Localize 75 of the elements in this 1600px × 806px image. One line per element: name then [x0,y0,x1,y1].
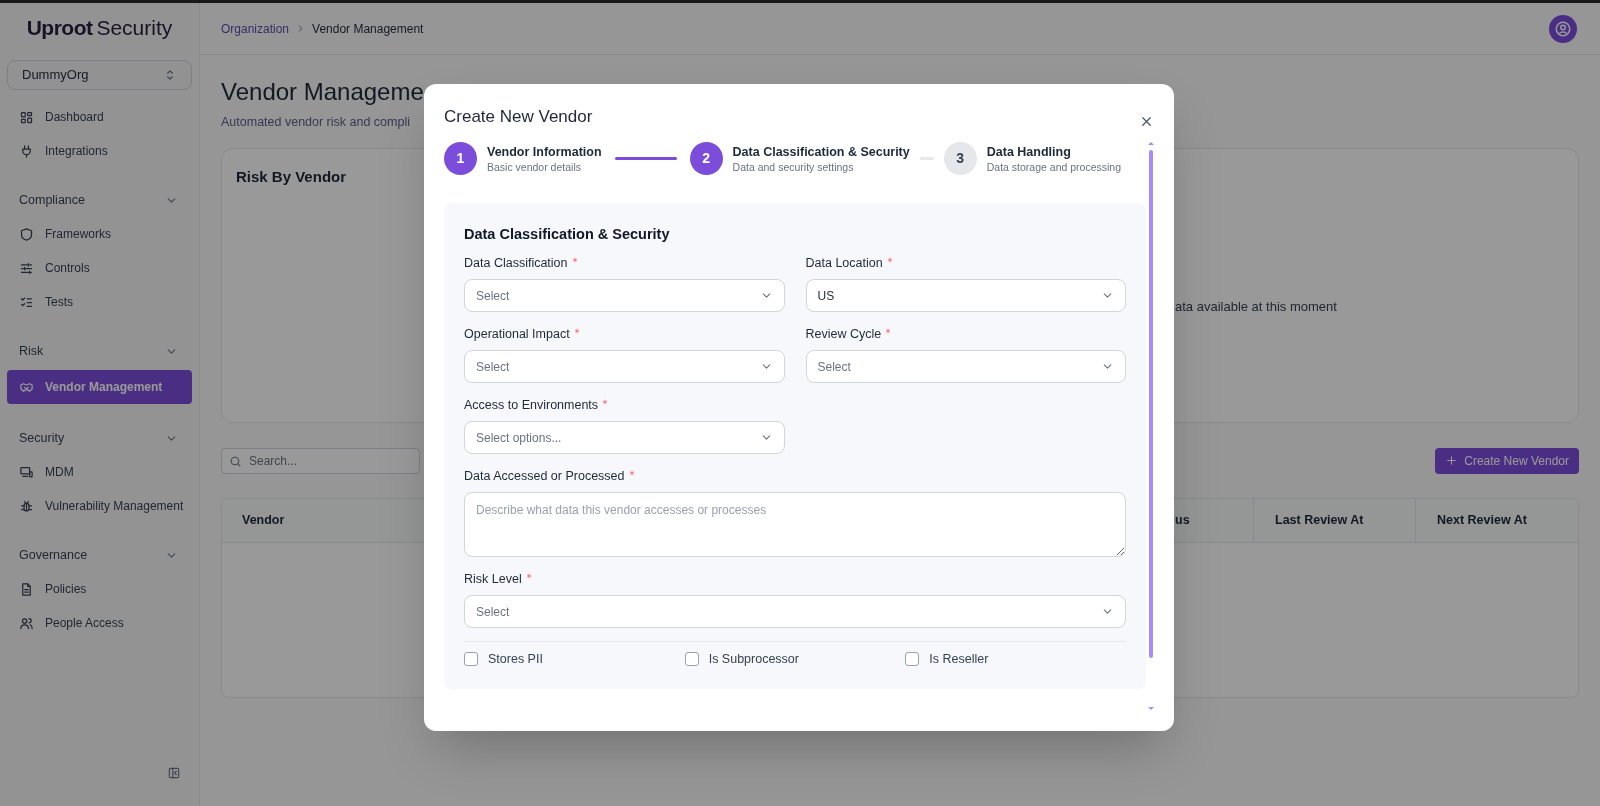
bug-icon [19,498,34,514]
select-field[interactable]: Select [464,350,785,383]
select-field[interactable]: Select [464,279,785,312]
sidebar-item[interactable]: People Access [7,606,192,640]
avatar-button[interactable] [1549,14,1577,43]
sidebar-item[interactable]: Tests [7,285,192,319]
checkbox-label[interactable]: Stores PII [488,650,543,669]
step-number: 2 [689,142,723,175]
sidebar-item[interactable]: Vulnerability Management [7,489,192,523]
sidebar-item[interactable]: Frameworks [7,217,192,251]
section-header[interactable]: Risk [7,334,192,368]
step-number: 1 [444,142,477,175]
column-header[interactable]: us [1175,510,1190,530]
plus-icon [1445,454,1459,468]
sidebar-toggle-icon [167,766,181,780]
section-header[interactable]: Security [7,421,192,455]
sidebar-item[interactable]: Dashboard [7,100,192,134]
text-area[interactable]: Describe what data this vendor accesses or processes [464,492,1126,557]
field-label: Data Classification [464,255,568,272]
column-header[interactable]: Next Review At [1437,510,1527,530]
devices-icon [19,464,34,480]
sidebar-item[interactable]: Integrations [7,134,192,168]
sidebar-item[interactable]: Vendor Management [7,370,192,404]
column-header[interactable]: Vendor [242,510,285,530]
step-subtitle: Basic vendor details [487,159,582,174]
people-icon [19,615,34,631]
field-label: Access to Environments [464,397,599,414]
select-field[interactable]: Select [805,350,1126,383]
breadcrumb-link[interactable]: Organization [221,19,290,38]
column-header[interactable]: Last Review At [1275,510,1364,530]
grid-icon [19,109,34,125]
step-number: 3 [943,142,977,175]
create-vendor-button[interactable]: Create New Vendor [1435,447,1579,474]
breadcrumb-current: Vendor Management [312,20,424,38]
logo: Uproot Security [25,14,174,41]
sliders-icon [19,260,34,276]
step-title: Vendor Information [487,143,602,160]
section-header[interactable]: Compliance [7,183,192,217]
dialog-title: Create New Vendor [444,106,593,128]
plug-icon [19,143,34,159]
field-label: Data Accessed or Processed [464,468,625,485]
page-title: Vendor Manageme [221,77,424,107]
field-label: Review Cycle [805,326,882,343]
select-field[interactable]: Select options... [464,421,785,454]
checkbox[interactable] [464,652,478,667]
field-label: Data Location [805,255,883,272]
sidebar-item[interactable]: MDM [7,455,192,489]
step-title: Data Classification & Security [732,143,910,160]
select-field[interactable]: US [805,279,1126,312]
checklist-icon [19,294,34,310]
page-subtitle: Automated vendor risk and compli [221,114,410,131]
shield-icon [19,226,34,242]
scrollbar[interactable] [1148,142,1154,710]
user-icon [1554,19,1572,38]
select-field[interactable]: Select [464,595,1126,628]
search-icon [229,454,242,468]
sidebar-item[interactable]: Policies [7,572,192,606]
field-label: Operational Impact [464,326,570,343]
checkbox-label[interactable]: Is Reseller [929,650,989,669]
step-subtitle: Data storage and processing [986,159,1121,174]
checkbox[interactable] [684,652,699,667]
close-icon[interactable] [1139,114,1154,129]
empty-message: ata available at this moment [1175,299,1337,315]
section-heading: Data Classification & Security [464,225,671,244]
step-subtitle: Data and security settings [732,159,855,174]
org-selector[interactable]: DummyOrg [7,60,192,90]
checkbox[interactable] [905,652,920,667]
document-icon [19,581,34,597]
search-field[interactable]: Search... [221,447,420,474]
card-title: Risk By Vendor [236,166,347,187]
step-title: Data Handling [986,143,1072,160]
checkbox-label[interactable]: Is Subprocessor [708,650,799,669]
section-header[interactable]: Governance [7,538,192,572]
sidebar-item[interactable]: Controls [7,251,192,285]
field-label: Risk Level [464,571,522,588]
